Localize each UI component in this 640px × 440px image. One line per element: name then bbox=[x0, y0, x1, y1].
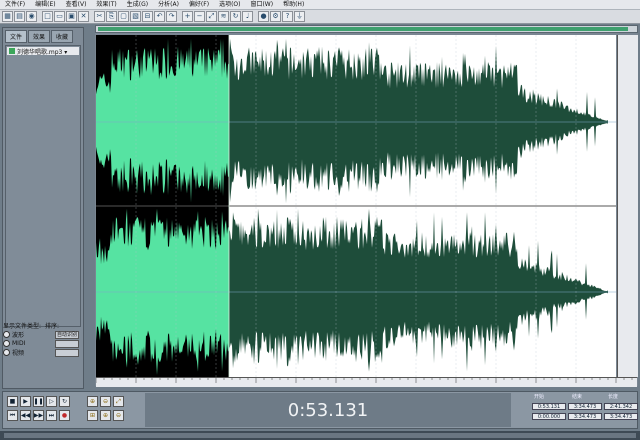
redo-icon[interactable]: ↷ bbox=[166, 11, 177, 22]
time-ruler-ticks bbox=[95, 378, 633, 383]
zoom-sel-icon[interactable]: ⊞ bbox=[87, 410, 98, 421]
plug-icon[interactable]: ⏚ bbox=[294, 11, 305, 22]
trim-icon[interactable]: ⊟ bbox=[142, 11, 153, 22]
pause-icon[interactable]: ❚❚ bbox=[33, 396, 44, 407]
sel-header-end: 结束 bbox=[572, 394, 583, 400]
menu-item[interactable]: 帮助(H) bbox=[278, 0, 309, 9]
mix-paste-icon[interactable]: ▧ bbox=[130, 11, 141, 22]
file-name: 刘德华唱歌.mp3 ▾ bbox=[17, 48, 68, 56]
menu-item[interactable]: 编辑(E) bbox=[30, 0, 60, 9]
menu-item[interactable]: 偏好(F) bbox=[184, 0, 214, 9]
options-header: 显示文件类型: 排序: bbox=[3, 321, 79, 330]
record-icon[interactable]: ● bbox=[258, 11, 269, 22]
loop-play-icon[interactable]: ↻ bbox=[59, 396, 70, 407]
sort-select[interactable]: 自动识别 bbox=[55, 330, 79, 339]
save-icon[interactable]: ▣ bbox=[66, 11, 77, 22]
zoom-out-icon[interactable]: − bbox=[194, 11, 205, 22]
play-icon[interactable]: ▶ bbox=[20, 396, 31, 407]
zoom-out-v-icon[interactable]: ⊖ bbox=[113, 410, 124, 421]
cut-icon[interactable]: ✂ bbox=[94, 11, 105, 22]
help-icon[interactable]: ? bbox=[282, 11, 293, 22]
zoom-out-h-icon[interactable]: ⊖ bbox=[100, 396, 111, 407]
amplitude-ruler bbox=[617, 35, 638, 377]
rewind-icon[interactable]: ◀◀ bbox=[20, 410, 31, 421]
menu-item[interactable]: 选项(O) bbox=[214, 0, 245, 9]
toolbar: ▦ ▤ ◉ □ ▭ ▣ ✕ ✂ ⎘ ▢ ▧ ⊟ ↶ ↷ + − ⤢ ≋ ↻ ♩ ● ⚙? ⏚ bbox=[0, 10, 640, 24]
zoom-full-icon[interactable]: ⤢ bbox=[206, 11, 217, 22]
overview-scrollbar[interactable] bbox=[95, 25, 638, 33]
end-icon[interactable]: ⏭ bbox=[46, 410, 57, 421]
zoom-in-v-icon[interactable]: ⊕ bbox=[100, 410, 111, 421]
tab-favorites[interactable]: 收藏 bbox=[51, 30, 74, 43]
zoom-full-icon[interactable]: ⤢ bbox=[113, 396, 124, 407]
record-icon[interactable]: ● bbox=[59, 410, 70, 421]
time-display: 0:53.131 bbox=[145, 393, 511, 427]
waveform-tracks[interactable] bbox=[96, 35, 616, 377]
zoom-in-icon[interactable]: + bbox=[182, 11, 193, 22]
audio-file-icon bbox=[9, 48, 15, 54]
paste-icon[interactable]: ▢ bbox=[118, 11, 129, 22]
close-icon[interactable]: ✕ bbox=[78, 11, 89, 22]
new-icon[interactable]: □ bbox=[42, 11, 53, 22]
option-label: MIDI bbox=[12, 340, 26, 347]
multitrack-icon[interactable]: ▤ bbox=[14, 11, 25, 22]
waveform-edit-icon[interactable]: ▦ bbox=[2, 11, 13, 22]
spectral-icon[interactable]: ≋ bbox=[218, 11, 229, 22]
view-begin[interactable]: 0:00.000 bbox=[532, 413, 566, 420]
overview-thumb[interactable] bbox=[98, 27, 628, 31]
menu-item[interactable]: 效果(T) bbox=[91, 0, 121, 9]
radio-icon[interactable] bbox=[3, 349, 10, 356]
radio-icon[interactable] bbox=[3, 331, 10, 338]
option-label: 视频 bbox=[12, 350, 25, 357]
view-length[interactable]: 3:34.473 bbox=[604, 413, 638, 420]
option-row[interactable]: MIDI bbox=[3, 339, 79, 348]
option-row[interactable]: 视频 bbox=[3, 348, 79, 357]
file-list: 刘德华唱歌.mp3 ▾ bbox=[5, 45, 81, 327]
radio-icon[interactable] bbox=[3, 340, 10, 347]
sel-header-begin: 开始 bbox=[534, 394, 545, 400]
status-level-meter bbox=[4, 433, 636, 438]
time-ruler[interactable] bbox=[95, 377, 637, 387]
option-label: 波形 bbox=[12, 332, 25, 339]
panel-tabs: 文件 效果 收藏 bbox=[3, 28, 83, 43]
sort-label: 排序: bbox=[45, 323, 60, 330]
sel-length[interactable]: 2:41.342 bbox=[604, 403, 638, 410]
stop-icon[interactable]: ■ bbox=[7, 396, 18, 407]
option-row[interactable]: 波形 自动识别 bbox=[3, 330, 79, 339]
sel-begin[interactable]: 0:53.131 bbox=[532, 403, 566, 410]
menu-bar: 文件(F) 编辑(E) 查看(V) 效果(T) 生成(G) 分析(A) 偏好(F) 选项(O)… bbox=[0, 0, 640, 10]
zoom-in-h-icon[interactable]: ⊕ bbox=[87, 396, 98, 407]
file-item[interactable]: 刘德华唱歌.mp3 ▾ bbox=[7, 47, 79, 56]
sel-end[interactable]: 3:34.473 bbox=[568, 403, 602, 410]
undo-icon[interactable]: ↶ bbox=[154, 11, 165, 22]
copy-icon[interactable]: ⎘ bbox=[106, 11, 117, 22]
menu-item[interactable]: 生成(G) bbox=[122, 0, 153, 9]
settings-icon[interactable]: ⚙ bbox=[270, 11, 281, 22]
selection-table: 开始 结束 长度 0:53.131 3:34.473 2:41.342 0:00… bbox=[516, 393, 638, 427]
option-button[interactable] bbox=[55, 339, 79, 348]
view-end[interactable]: 3:34.473 bbox=[568, 413, 602, 420]
tab-files[interactable]: 文件 bbox=[5, 30, 28, 43]
metronome-icon[interactable]: ♩ bbox=[242, 11, 253, 22]
sel-header-length: 长度 bbox=[608, 394, 619, 400]
options-title: 显示文件类型: bbox=[3, 323, 42, 330]
file-filter-options: 显示文件类型: 排序: 波形 自动识别 MIDI 视频 bbox=[3, 321, 79, 357]
menu-item[interactable]: 文件(F) bbox=[0, 0, 30, 9]
menu-item[interactable]: 分析(A) bbox=[153, 0, 184, 9]
loop-icon[interactable]: ↻ bbox=[230, 11, 241, 22]
rewind-start-icon[interactable]: ⏮ bbox=[7, 410, 18, 421]
tab-effects[interactable]: 效果 bbox=[28, 30, 51, 43]
menu-item[interactable]: 窗口(W) bbox=[245, 0, 278, 9]
play-from-cursor-icon[interactable]: ▷ bbox=[46, 396, 57, 407]
fast-forward-icon[interactable]: ▶▶ bbox=[33, 410, 44, 421]
cd-icon[interactable]: ◉ bbox=[26, 11, 37, 22]
option-button[interactable] bbox=[55, 348, 79, 357]
waveform-canvas[interactable] bbox=[96, 35, 616, 377]
open-icon[interactable]: ▭ bbox=[54, 11, 65, 22]
menu-item[interactable]: 查看(V) bbox=[61, 0, 92, 9]
